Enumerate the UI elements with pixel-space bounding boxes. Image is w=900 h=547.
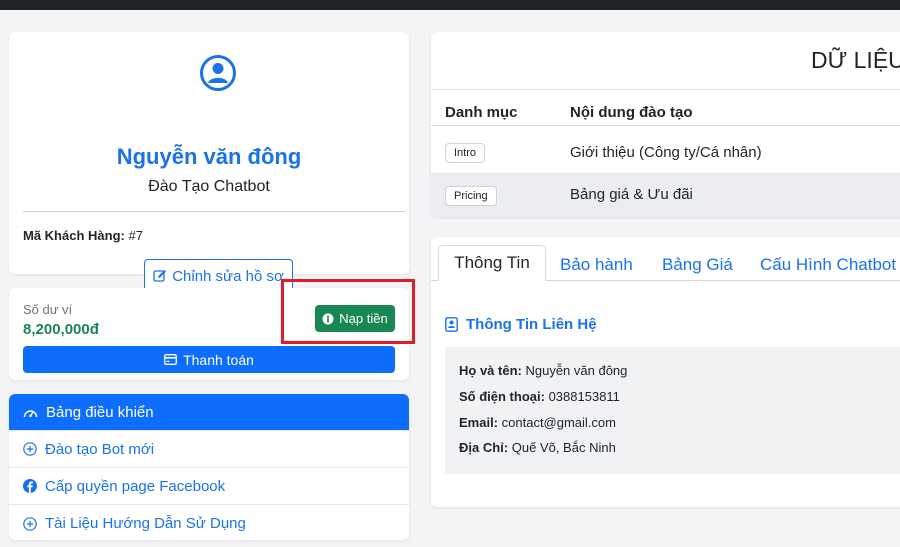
table-cell-content: Bảng giá & Ưu đãi [570,186,693,203]
pay-button[interactable]: Thanh toán [23,346,395,373]
customer-id-value: #7 [128,228,143,243]
customer-id-label: Mã Khách Hàng: [23,228,125,243]
plus-circle-icon [23,516,37,531]
contact-address-line: Địa Chỉ: Quế Võ, Bắc Ninh [459,440,616,455]
contact-email-line: Email: contact@gmail.com [459,415,616,430]
contact-heading: Thông Tin Liên Hệ [445,316,597,333]
contact-name-value: Nguyễn văn đông [525,363,628,378]
plus-circle-icon [23,442,37,456]
category-badge: Pricing [445,186,497,206]
divider [431,89,900,90]
pay-label: Thanh toán [183,351,254,368]
divider [431,125,900,126]
profile-card: Nguyễn văn đông Đào Tạo Chatbot Mã Khách… [9,32,409,293]
contact-details: Họ và tên: Nguyễn văn đông Số điện thoại… [445,347,900,474]
profile-subtitle: Đào Tạo Chatbot [148,178,270,195]
tab-info[interactable]: Thông Tin [438,245,546,281]
menu-item-label: Bảng điều khiển [46,403,154,421]
table-cell-content: Giới thiệu (Công ty/Cá nhân) [570,144,762,161]
balance-label: Số dư ví [23,302,73,317]
contact-phone-line: Số điện thoại: 0388153811 [459,389,620,404]
edit-profile-label: Chỉnh sửa hồ sơ [172,267,284,285]
menu-item-dashboard[interactable]: Bảng điều khiển [9,394,409,431]
menu-item-train-bot[interactable]: Đào tạo Bot mới [9,431,409,468]
facebook-icon [23,479,37,493]
column-header-category: Danh mục [445,104,518,121]
contact-heading-label: Thông Tin Liên Hệ [466,316,597,333]
contact-name-label: Họ và tên: [459,363,522,378]
contact-card-icon [445,317,458,332]
credit-card-icon [164,354,178,365]
customer-id: Mã Khách Hàng: #7 [23,228,143,243]
data-title: DỮ LIỆU [811,47,900,73]
tab-chatbot-config[interactable]: Cấu Hình Chatbot [760,255,896,275]
menu-item-label: Tài Liệu Hướng Dẫn Sử Dụng [45,515,246,532]
contact-phone-label: Số điện thoại: [459,389,545,404]
sidebar-menu: Bảng điều khiển Đào tạo Bot mới Cấp quyề… [9,394,409,540]
profile-name: Nguyễn văn đông [116,144,302,169]
menu-item-facebook-permission[interactable]: Cấp quyền page Facebook [9,468,409,505]
dashboard-icon [23,409,38,417]
menu-item-user-guide[interactable]: Tài Liệu Hướng Dẫn Sử Dụng [9,505,409,540]
tab-pricing[interactable]: Bảng Giá [662,255,733,275]
info-tabs-card: Thông Tin Bảo hành Bảng Giá Cấu Hình Cha… [431,237,900,507]
training-data-card: DỮ LIỆU Danh mục Nội dung đào tạo Intro … [431,32,900,217]
contact-phone-value: 0388153811 [548,389,620,404]
divider [23,211,405,212]
tab-warranty[interactable]: Bảo hành [560,255,633,275]
contact-name-line: Họ và tên: Nguyễn văn đông [459,363,627,378]
menu-item-label: Cấp quyền page Facebook [45,477,226,495]
menu-item-label: Đào tạo Bot mới [45,440,155,458]
topup-highlight-box [281,279,415,344]
contact-email-label: Email: [459,415,499,430]
column-header-content: Nội dung đào tạo [570,104,693,121]
balance-value: 8,200,000đ [23,321,99,338]
edit-icon [153,270,167,282]
contact-address-label: Địa Chỉ: [459,440,509,455]
top-bar [0,0,900,10]
contact-address-value: Quế Võ, Bắc Ninh [511,440,616,455]
category-badge: Intro [445,143,486,163]
contact-email-value: contact@gmail.com [501,415,616,430]
user-avatar-icon [200,55,236,91]
